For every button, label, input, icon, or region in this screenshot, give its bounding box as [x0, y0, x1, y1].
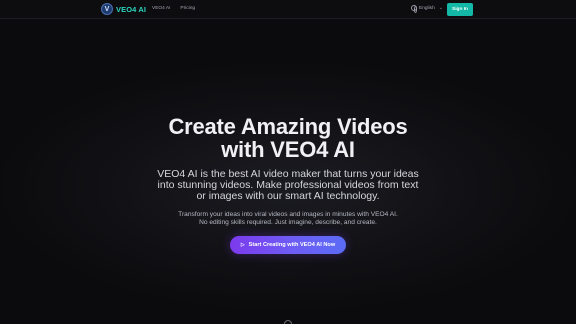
- nav-link-veo4-ai[interactable]: VEO4 AI: [152, 6, 170, 11]
- nav-link-pricing[interactable]: Pricing: [180, 6, 195, 11]
- hero-subtitle: VEO4 AI is the best AI video maker that …: [157, 168, 419, 202]
- globe-icon: [411, 5, 418, 13]
- brand-name: VEO4 AI: [116, 4, 147, 14]
- start-creating-button[interactable]: ▷ Start Creating with VEO4 AI Now: [230, 236, 346, 254]
- play-icon: ▷: [240, 242, 245, 248]
- hero-title: Create Amazing Videos with VEO4 AI: [0, 115, 576, 161]
- hero-title-line-2: with VEO4 AI: [221, 137, 355, 162]
- sign-in-button[interactable]: Sign In: [447, 3, 473, 16]
- hero-description: Transform your ideas into viral videos a…: [168, 211, 408, 227]
- top-navbar: V VEO4 AI VEO4 AI Pricing English ⌄ Sign…: [0, 0, 576, 19]
- brand-logo[interactable]: V VEO4 AI: [101, 3, 146, 15]
- hero-description-line-1: Transform your ideas into viral videos a…: [178, 211, 398, 218]
- language-label: English: [419, 5, 435, 11]
- start-creating-label: Start Creating with VEO4 AI Now: [248, 242, 336, 248]
- main-nav: VEO4 AI Pricing: [152, 6, 195, 11]
- language-selector[interactable]: English ⌄: [411, 5, 443, 13]
- scroll-down-icon[interactable]: [284, 320, 292, 324]
- hero-description-line-2: No editing skills required. Just imagine…: [199, 219, 377, 226]
- hero-title-line-1: Create Amazing Videos: [168, 114, 408, 139]
- hero-section: Create Amazing Videos with VEO4 AI VEO4 …: [0, 115, 576, 227]
- chevron-down-icon: ⌄: [438, 5, 443, 11]
- logo-badge-icon: V: [101, 3, 113, 15]
